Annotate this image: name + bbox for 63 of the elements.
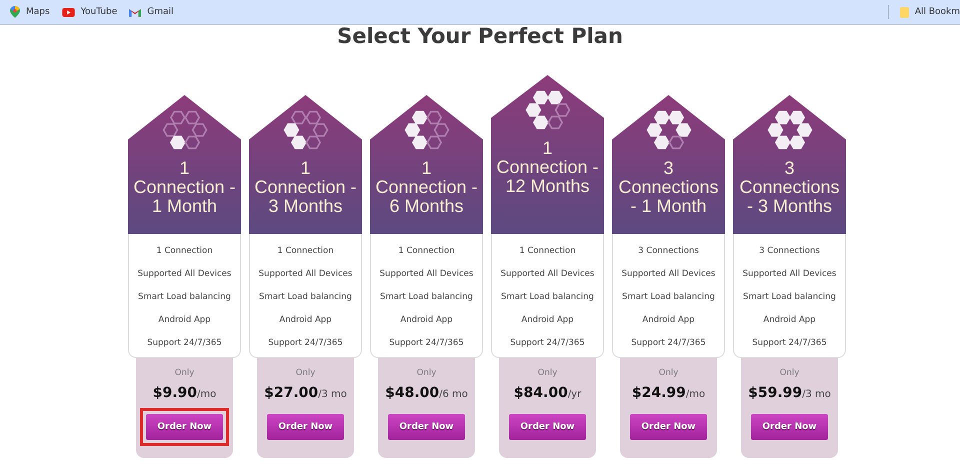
feature-text: Smart Load balancing (621, 291, 716, 304)
price-label: Only (538, 367, 558, 379)
all-bookmarks-link[interactable]: All Bookm (900, 6, 960, 18)
feature-text: 1 Connection (518, 245, 577, 258)
price-text: $84.00/yr (514, 384, 582, 403)
feature-text: Smart Load balancing (500, 291, 595, 304)
feature-text: Android App (157, 314, 212, 327)
price-text: $24.99/mo (632, 384, 706, 403)
price-text: $27.00/3 mo (264, 384, 347, 403)
feature-text: Supported All Devices (620, 268, 716, 281)
feature-text: Smart Load balancing (379, 291, 474, 304)
feature-text: 1 Connection (397, 245, 456, 258)
price-text: $9.90/mo (152, 384, 216, 403)
order-button[interactable]: Order Now (630, 414, 707, 440)
order-button[interactable]: Order Now (509, 414, 586, 440)
plan-title: 1 Connection - 6 Months (374, 159, 479, 216)
feature-text: Android App (520, 314, 575, 327)
feature-text: Android App (399, 314, 454, 327)
feature-text: Android App (762, 314, 817, 327)
feature-text: Support 24/7/365 (509, 337, 586, 350)
feature-text: Supported All Devices (500, 268, 596, 281)
feature-text: Support 24/7/365 (267, 337, 344, 350)
price-label: Only (416, 367, 436, 379)
page-heading: Select Your Perfect Plan (336, 25, 624, 49)
price-text: $59.99/3 mo (748, 384, 831, 403)
order-button[interactable]: Order Now (751, 414, 828, 440)
feature-text: Supported All Devices (136, 268, 232, 281)
feature-text: Smart Load balancing (258, 291, 353, 304)
play-icon (62, 8, 75, 16)
feature-text: Supported All Devices (742, 268, 838, 281)
feature-text: Supported All Devices (258, 268, 354, 281)
feature-text: 1 Connection (276, 245, 335, 258)
feature-text: Support 24/7/365 (146, 337, 223, 350)
price-label: Only (174, 367, 194, 379)
feature-text: Android App (278, 314, 333, 327)
feature-text: 1 Connection (155, 245, 214, 258)
feature-text: 3 Connections (637, 245, 700, 258)
order-button[interactable]: Order Now (146, 414, 223, 440)
price-label: Only (780, 367, 800, 379)
folder-icon (900, 6, 909, 18)
feature-text: Support 24/7/365 (388, 337, 465, 350)
feature-text: Support 24/7/365 (751, 337, 828, 350)
order-button[interactable]: Order Now (267, 414, 344, 440)
map-pin-icon (10, 6, 20, 18)
plan-title: 1 Connection - 1 Month (132, 159, 237, 216)
plan-title: 3 Connections - 3 Months (738, 159, 841, 216)
plan-title: 3 Connections - 1 Month (617, 159, 720, 216)
price-text: $48.00/6 mo (385, 384, 468, 403)
feature-text: Smart Load balancing (137, 291, 232, 304)
price-label: Only (658, 367, 678, 379)
bookmark-link[interactable]: YouTube (62, 6, 118, 18)
feature-text: Smart Load balancing (742, 291, 837, 304)
feature-text: 3 Connections (758, 245, 821, 258)
bookmark-link[interactable]: Maps (10, 6, 50, 18)
plan-title: 1 Connection - 3 Months (253, 159, 358, 216)
feature-text: Support 24/7/365 (630, 337, 707, 350)
mail-icon (129, 8, 142, 16)
bookmark-link[interactable]: Gmail (129, 6, 174, 18)
feature-text: Android App (641, 314, 696, 327)
order-button[interactable]: Order Now (388, 414, 465, 440)
plan-title: 1 Connection - 12 Months (495, 139, 600, 196)
feature-text: Supported All Devices (378, 268, 474, 281)
price-label: Only (296, 367, 316, 379)
